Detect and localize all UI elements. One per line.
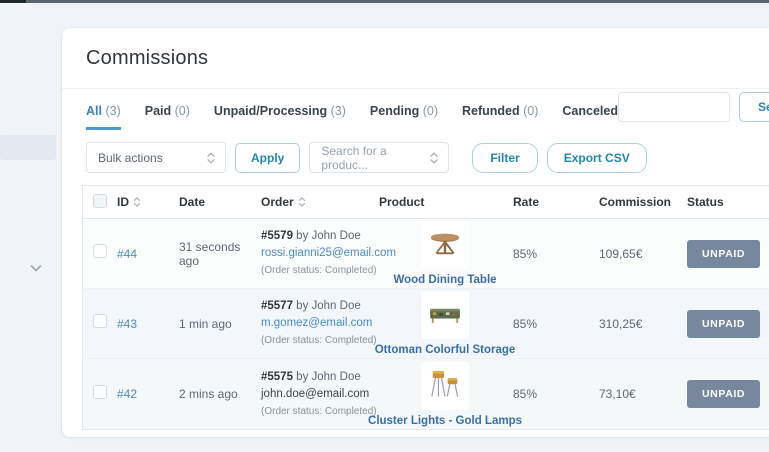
customer-email[interactable]: rossi.gianni25@email.com	[261, 245, 379, 262]
product-filter-select[interactable]: Search for a produc...	[309, 142, 449, 173]
product-cell: Wood Dining Table	[379, 221, 511, 286]
table-header-row: ID Date Order Product Rate Commi	[83, 186, 769, 219]
page-title: Commissions	[86, 47, 766, 70]
order-number: #5577	[261, 300, 293, 312]
commission-id-link[interactable]: #44	[117, 247, 137, 261]
product-name-link[interactable]: Wood Dining Table	[393, 274, 496, 286]
rate-cell: 85%	[511, 317, 599, 331]
admin-top-bar-dark-segment	[0, 0, 26, 3]
column-header-order[interactable]: Order	[261, 195, 379, 209]
rate-cell: 85%	[511, 247, 599, 261]
product-thumb[interactable]	[421, 221, 469, 269]
row-checkbox[interactable]	[93, 385, 107, 399]
column-header-id[interactable]: ID	[117, 195, 179, 209]
ottoman-colorful-storage-image	[424, 294, 466, 336]
tab-paid[interactable]: Paid (0)	[145, 104, 190, 130]
tab-pending[interactable]: Pending (0)	[370, 104, 438, 130]
tabs-band: All (3) Paid (0) Unpaid/Processing (3) Pend…	[62, 89, 769, 129]
order-cell: #5579 by John Doe rossi.gianni25@email.c…	[261, 228, 379, 279]
date-cell: 31 seconds ago	[179, 240, 261, 268]
commission-cell: 310,25€	[599, 317, 687, 331]
admin-top-bar	[0, 0, 769, 3]
apply-button[interactable]: Apply	[235, 143, 300, 173]
order-cell: #5575 by John Doe john.doe@email.com (Or…	[261, 369, 379, 420]
sort-updown-icon	[133, 196, 141, 208]
order-cell: #5577 by John Doe m.gomez@email.com (Ord…	[261, 298, 379, 349]
commission-cell: 73,10€	[599, 387, 687, 401]
card-header: Commissions	[62, 28, 769, 89]
date-cell: 2 mins ago	[179, 387, 261, 401]
commission-id-link[interactable]: #42	[117, 387, 137, 401]
table-row: #42 2 mins ago #5575 by John Doe john.do…	[83, 359, 769, 429]
product-thumb[interactable]	[421, 362, 469, 410]
status-badge: UNPAID	[687, 310, 760, 338]
sidebar-collapsed-item[interactable]	[0, 135, 56, 160]
select-all-checkbox[interactable]	[93, 194, 107, 208]
order-status-note: (Order status: Completed)	[261, 262, 379, 279]
chevron-down-icon[interactable]	[28, 260, 44, 276]
column-header-product: Product	[379, 195, 511, 209]
search-button[interactable]: Search	[739, 92, 769, 122]
order-by: by John Doe	[293, 371, 361, 383]
commission-id-link[interactable]: #43	[117, 317, 137, 331]
status-badge: UNPAID	[687, 240, 760, 268]
search-group: Search	[618, 92, 769, 122]
bulk-actions-label: Bulk actions	[98, 151, 163, 165]
order-by: by John Doe	[293, 230, 361, 242]
date-cell: 1 min ago	[179, 317, 261, 331]
row-checkbox[interactable]	[93, 244, 107, 258]
order-status-note: (Order status: Completed)	[261, 332, 379, 349]
product-cell: Ottoman Colorful Storage	[379, 291, 511, 356]
toolbar: Bulk actions Apply Search for a produc..…	[62, 129, 769, 173]
order-status-note: (Order status: Completed)	[261, 403, 379, 420]
bulk-actions-select[interactable]: Bulk actions	[86, 142, 226, 173]
customer-email[interactable]: john.doe@email.com	[261, 386, 379, 403]
search-input[interactable]	[618, 92, 730, 122]
column-header-status: Status	[687, 195, 769, 209]
order-number: #5579	[261, 230, 293, 242]
status-badge: UNPAID	[687, 380, 760, 408]
column-header-rate: Rate	[511, 195, 599, 209]
tab-all[interactable]: All (3)	[86, 104, 121, 130]
product-filter-placeholder: Search for a produc...	[321, 144, 423, 172]
tab-unpaid-processing[interactable]: Unpaid/Processing (3)	[214, 104, 346, 130]
sort-updown-icon	[298, 196, 306, 208]
cluster-lights-gold-lamps-image	[424, 365, 466, 407]
commission-cell: 109,65€	[599, 247, 687, 261]
product-name-link[interactable]: Cluster Lights - Gold Lamps	[368, 415, 522, 427]
commissions-card: Commissions All (3) Paid (0) Unpaid/Proces…	[62, 28, 769, 437]
tab-refunded[interactable]: Refunded (0)	[462, 104, 538, 130]
chevron-updown-icon	[429, 151, 439, 165]
table-row: #44 31 seconds ago #5579 by John Doe ros…	[83, 219, 769, 289]
rate-cell: 85%	[511, 387, 599, 401]
product-thumb[interactable]	[421, 291, 469, 339]
row-checkbox[interactable]	[93, 314, 107, 328]
column-header-commission: Commission	[599, 195, 687, 209]
table-row: #43 1 min ago #5577 by John Doe m.gomez@…	[83, 289, 769, 359]
column-header-date[interactable]: Date	[179, 195, 261, 209]
export-csv-button[interactable]: Export CSV	[547, 143, 647, 173]
filter-button[interactable]: Filter	[472, 143, 537, 173]
wood-dining-table-image	[424, 224, 466, 266]
order-number: #5575	[261, 371, 293, 383]
table-body: #44 31 seconds ago #5579 by John Doe ros…	[83, 219, 769, 429]
product-name-link[interactable]: Ottoman Colorful Storage	[375, 344, 516, 356]
chevron-updown-icon	[206, 151, 216, 165]
order-by: by John Doe	[293, 300, 361, 312]
commissions-table: ID Date Order Product Rate Commi	[82, 185, 769, 430]
customer-email[interactable]: m.gomez@email.com	[261, 315, 379, 332]
product-cell: Cluster Lights - Gold Lamps	[379, 362, 511, 427]
